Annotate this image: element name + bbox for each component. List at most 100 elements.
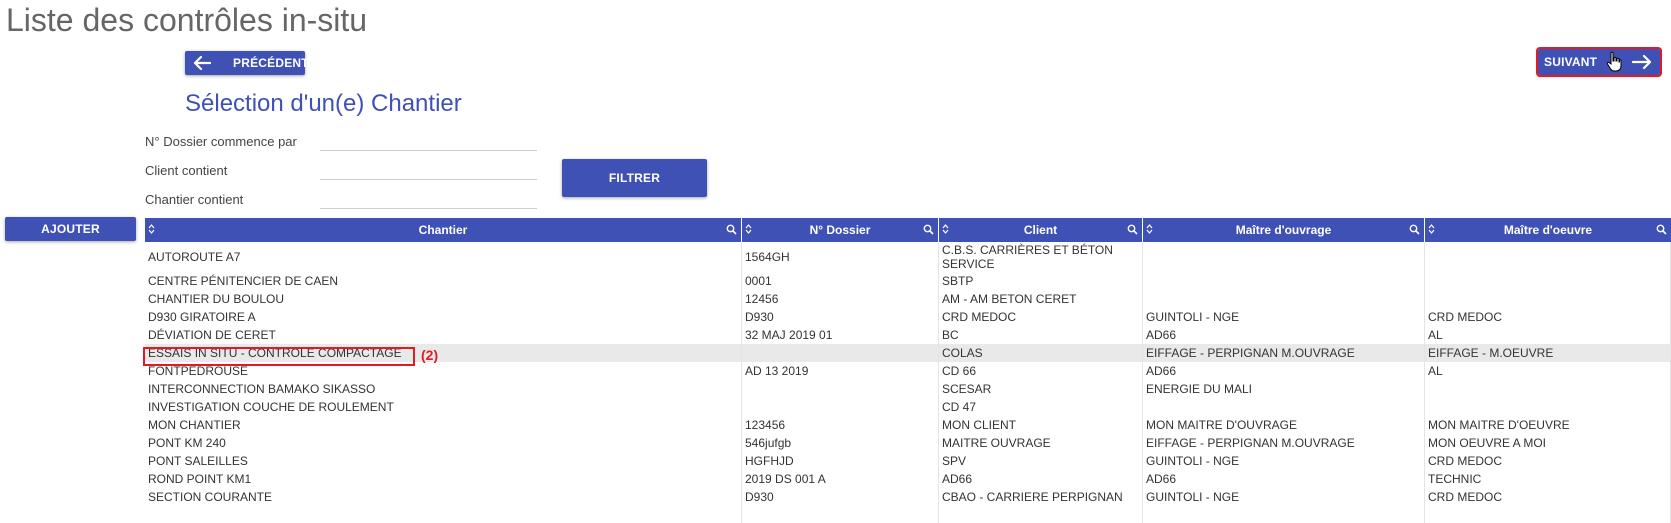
table-cell: DÉVIATION DE CERET <box>145 326 742 344</box>
table-cell <box>1425 380 1671 398</box>
column-header-maitre-oeuvre[interactable]: Maître d'oeuvre <box>1425 218 1671 242</box>
table-cell: 123456 <box>742 416 939 434</box>
chantier-filter-input[interactable] <box>320 189 537 209</box>
table-cell: SPV <box>939 452 1143 470</box>
table-cell <box>1143 272 1425 290</box>
table-cell: AD66 <box>1143 470 1425 488</box>
table-cell: D930 <box>742 308 939 326</box>
table-cell: 1564GH <box>742 242 939 272</box>
hand-cursor-icon <box>1606 51 1622 72</box>
table-row[interactable]: AUTOROUTE A7 1564GH C.B.S. CARRIÈRES ET BÉ… <box>145 242 1671 272</box>
step-annotation: (2) <box>421 347 439 363</box>
table-row[interactable]: MON CHANTIER 123456 MON CLIENT MON MAITRE D… <box>145 416 1671 434</box>
section-title: Sélection d'un(e) Chantier <box>185 90 462 117</box>
column-header-maitre-ouvrage[interactable]: Maître d'ouvrage <box>1143 218 1425 242</box>
table-row[interactable]: CHANTIER DU BOULOU 12456 AM - AM BETON CER… <box>145 290 1671 308</box>
table-cell: BC <box>939 326 1143 344</box>
table-cell: GUINTOLI - NGE <box>1143 452 1425 470</box>
table-cell: MON CLIENT <box>939 416 1143 434</box>
sort-icon[interactable] <box>148 223 155 235</box>
table-cell: 32 MAJ 2019 01 <box>742 326 939 344</box>
table-cell: CRD MEDOC <box>1425 488 1671 506</box>
search-icon[interactable] <box>726 224 737 235</box>
table-row[interactable]: ROND POINT KM1 2019 DS 001 A AD66 AD66 TECHN… <box>145 470 1671 488</box>
column-header-chantier[interactable]: Chantier <box>145 218 742 242</box>
client-filter-label: Client contient <box>145 163 228 178</box>
table-cell: MAITRE OUVRAGE <box>939 434 1143 452</box>
table-cell: AUTOROUTE A7 <box>145 242 742 272</box>
table-row-empty <box>145 506 1671 523</box>
table-cell: COLAS <box>939 344 1143 362</box>
table-cell: AD 13 2019 <box>742 362 939 380</box>
column-header-label: Maître d'oeuvre <box>1503 223 1593 237</box>
search-icon[interactable] <box>1656 224 1667 235</box>
table-row[interactable]: DÉVIATION DE CERET 32 MAJ 2019 01 BC AD66 AL <box>145 326 1671 344</box>
table-cell <box>742 506 939 523</box>
filter-button[interactable]: FILTRER <box>562 159 707 197</box>
table-cell <box>1425 398 1671 416</box>
column-header-dossier[interactable]: N° Dossier <box>742 218 939 242</box>
table-row[interactable]: PONT SALEILLES HGFHJD SPV GUINTOLI - NGE CRD… <box>145 452 1671 470</box>
search-icon[interactable] <box>1127 224 1138 235</box>
table-cell: GUINTOLI - NGE <box>1143 308 1425 326</box>
table-cell: INVESTIGATION COUCHE DE ROULEMENT <box>145 398 742 416</box>
table-cell <box>939 506 1143 523</box>
add-button[interactable]: AJOUTER <box>5 217 136 241</box>
table-cell: SCESAR <box>939 380 1143 398</box>
table-cell <box>1143 398 1425 416</box>
page-title: Liste des contrôles in-situ <box>6 2 368 38</box>
sort-icon[interactable] <box>745 223 752 235</box>
table-cell <box>1425 242 1671 272</box>
sort-icon[interactable] <box>1146 223 1153 235</box>
chantier-table: Chantier N° Dossier Client Maître d'ouvr… <box>145 218 1671 523</box>
sort-icon[interactable] <box>1428 223 1435 235</box>
client-filter-input[interactable] <box>320 160 537 180</box>
table-row[interactable]: INVESTIGATION COUCHE DE ROULEMENT CD 47 <box>145 398 1671 416</box>
table-cell: CBAO - CARRIERE PERPIGNAN <box>939 488 1143 506</box>
next-button-label: SUIVANT <box>1544 55 1598 69</box>
previous-button[interactable]: PRÉCÉDENT <box>185 51 309 75</box>
table-row[interactable]: CENTRE PÉNITENCIER DE CAEN 0001 SBTP <box>145 272 1671 290</box>
column-header-client[interactable]: Client <box>939 218 1143 242</box>
table-row[interactable]: INTERCONNECTION BAMAKO SIKASSO SCESAR ENER… <box>145 380 1671 398</box>
chantier-filter-label: Chantier contient <box>145 192 244 207</box>
table-cell <box>1425 506 1671 523</box>
table-cell: CD 66 <box>939 362 1143 380</box>
table-cell: 546jufgb <box>742 434 939 452</box>
arrow-right-icon <box>1632 54 1652 70</box>
table-cell: 2019 DS 001 A <box>742 470 939 488</box>
table-row[interactable]: SECTION COURANTE D930 CBAO - CARRIERE PERP… <box>145 488 1671 506</box>
table-body: AUTOROUTE A7 1564GH C.B.S. CARRIÈRES ET BÉ… <box>145 242 1671 523</box>
table-cell: C.B.S. CARRIÈRES ET BÉTON SERVICE <box>939 242 1143 272</box>
table-cell: MON CHANTIER <box>145 416 742 434</box>
table-cell: TECHNIC <box>1425 470 1671 488</box>
next-button[interactable]: SUIVANT <box>1536 47 1662 77</box>
table-cell: CHANTIER DU BOULOU <box>145 290 742 308</box>
table-cell: SECTION COURANTE <box>145 488 742 506</box>
table-cell: ESSAIS IN SITU - CONTROLE COMPACTAGE <box>145 344 742 362</box>
table-cell: AD66 <box>1143 362 1425 380</box>
table-row[interactable]: FONTPEDROUSE AD 13 2019 CD 66 AD66 AL <box>145 362 1671 380</box>
table-cell: AL <box>1425 362 1671 380</box>
sort-icon[interactable] <box>942 223 949 235</box>
table-cell <box>1143 242 1425 272</box>
table-row[interactable]: ESSAIS IN SITU - CONTROLE COMPACTAGE COLA… <box>145 344 1671 362</box>
table-header: Chantier N° Dossier Client Maître d'ouvr… <box>145 218 1671 242</box>
table-cell: SBTP <box>939 272 1143 290</box>
arrow-left-icon <box>193 55 211 71</box>
column-header-label: Client <box>1023 223 1058 237</box>
table-row[interactable]: PONT KM 240 546jufgb MAITRE OUVRAGE EIFFAGE… <box>145 434 1671 452</box>
table-cell: AD66 <box>939 470 1143 488</box>
table-cell: FONTPEDROUSE <box>145 362 742 380</box>
table-cell: CRD MEDOC <box>1425 308 1671 326</box>
dossier-filter-input[interactable] <box>320 131 537 151</box>
table-cell <box>1143 506 1425 523</box>
table-cell <box>1425 272 1671 290</box>
search-icon[interactable] <box>1409 224 1420 235</box>
table-cell: EIFFAGE - PERPIGNAN M.OUVRAGE <box>1143 434 1425 452</box>
table-cell: D930 <box>742 488 939 506</box>
search-icon[interactable] <box>923 224 934 235</box>
table-row[interactable]: D930 GIRATOIRE A D930 CRD MEDOC GUINTOLI - … <box>145 308 1671 326</box>
dossier-filter-label: N° Dossier commence par <box>145 134 297 149</box>
table-cell: AM - AM BETON CERET <box>939 290 1143 308</box>
